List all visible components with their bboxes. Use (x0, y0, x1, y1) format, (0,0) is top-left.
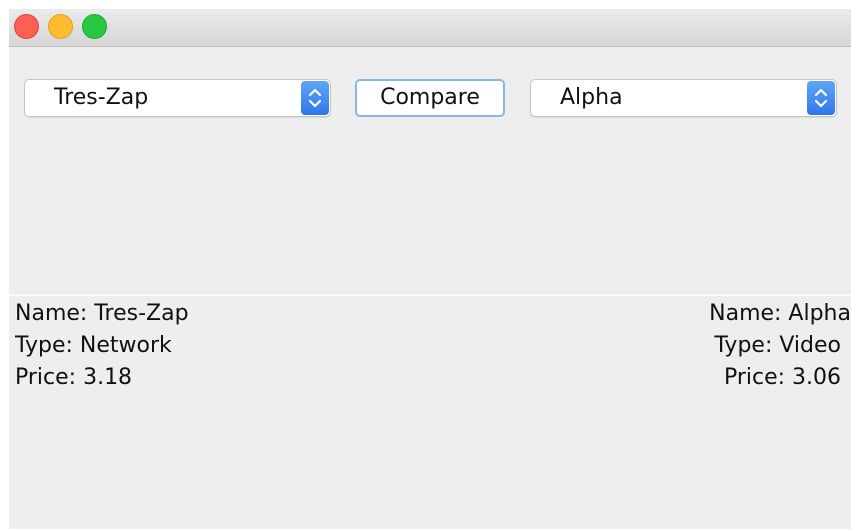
left-type-label: Type: Network (15, 333, 172, 358)
right-select-arrow-button[interactable] (807, 81, 835, 115)
right-name-label: Name: Alpha (709, 301, 851, 326)
updown-chevron-icon (308, 88, 322, 108)
left-name-label: Name: Tres-Zap (15, 301, 189, 326)
left-product-select-value: Tres-Zap (54, 85, 149, 110)
left-select-arrow-button[interactable] (301, 81, 329, 115)
title-bar (9, 9, 851, 47)
minimize-window-button[interactable] (48, 14, 73, 39)
right-price-label: Price: 3.06 (723, 365, 841, 390)
left-product-select[interactable]: Tres-Zap (24, 79, 331, 117)
right-type-label: Type: Video (714, 333, 841, 358)
updown-chevron-icon (814, 88, 828, 108)
app-window: Tres-Zap Compare Alpha Name: Tres-Zap Ty… (9, 9, 851, 529)
close-window-button[interactable] (14, 14, 39, 39)
compare-button[interactable]: Compare (355, 79, 505, 117)
right-product-select[interactable]: Alpha (530, 79, 837, 117)
zoom-window-button[interactable] (82, 14, 107, 39)
left-price-label: Price: 3.18 (15, 365, 133, 390)
right-product-select-value: Alpha (560, 85, 623, 110)
section-divider (9, 294, 851, 296)
